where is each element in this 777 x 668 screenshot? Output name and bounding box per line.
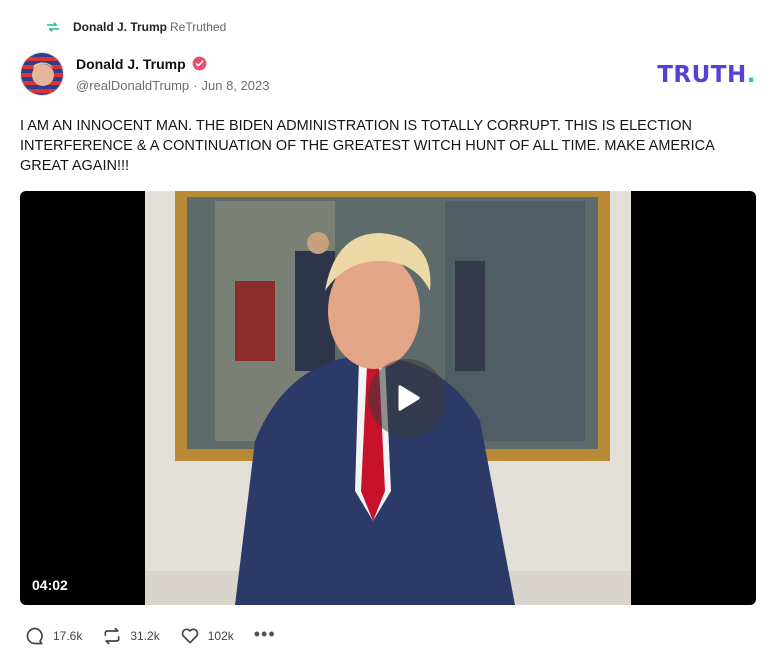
logo-dot: . — [746, 62, 756, 88]
truth-logo[interactable]: TRUTH. — [657, 62, 756, 88]
play-button[interactable] — [368, 359, 446, 437]
post-header: Donald J. Trump @realDonaldTrump · Jun 8, … — [20, 52, 269, 96]
author-name[interactable]: Donald J. Trump — [76, 56, 186, 72]
author-handle[interactable]: @realDonaldTrump — [76, 78, 189, 93]
post-text: I AM AN INNOCENT MAN. THE BIDEN ADMINIST… — [20, 118, 714, 174]
retruth-button[interactable]: 31.2k — [102, 626, 160, 646]
like-button[interactable]: 102k — [180, 626, 234, 646]
verified-badge-icon — [192, 56, 207, 71]
more-options-button[interactable]: ••• — [254, 625, 276, 643]
retruth-count: 31.2k — [130, 629, 160, 643]
retruth-icon — [104, 627, 120, 645]
heart-icon — [181, 628, 199, 644]
post-actions: 17.6k 31.2k 102k ••• — [25, 625, 276, 646]
retruth-icon — [46, 22, 60, 32]
logo-text: TRUTH — [657, 62, 747, 88]
video-player[interactable]: 04:02 — [20, 191, 756, 605]
post-date[interactable]: Jun 8, 2023 — [202, 78, 270, 93]
post-meta: @realDonaldTrump · Jun 8, 2023 — [76, 78, 269, 93]
reply-count: 17.6k — [53, 629, 83, 643]
reply-button[interactable]: 17.6k — [25, 626, 82, 646]
meta-separator: · — [193, 77, 198, 93]
retruth-label: ReTruthed — [170, 20, 227, 34]
like-count: 102k — [207, 629, 234, 643]
video-duration: 04:02 — [32, 577, 68, 593]
retruth-header: Donald J. Trump ReTruthed — [45, 19, 226, 35]
retruth-user-name[interactable]: Donald J. Trump — [73, 20, 167, 34]
avatar[interactable] — [20, 52, 64, 96]
reply-bubble-icon — [26, 627, 43, 645]
play-icon — [398, 385, 420, 411]
